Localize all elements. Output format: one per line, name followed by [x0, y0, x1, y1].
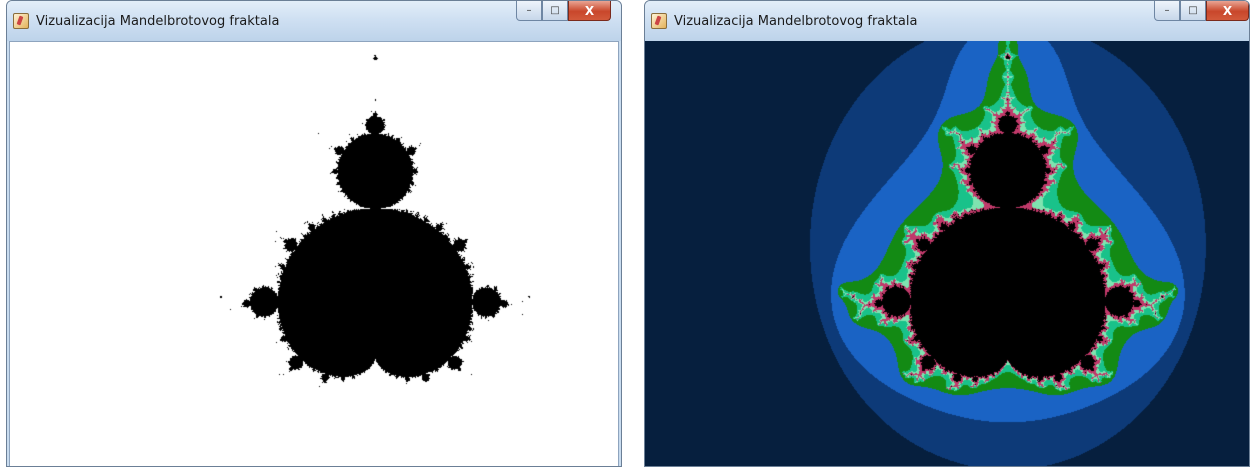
minimize-button[interactable]: –: [1154, 1, 1180, 21]
java-app-icon: [13, 13, 29, 29]
java-app-icon: [651, 13, 667, 29]
fractal-window-colored: Vizualizacija Mandelbrotovog fraktala – …: [644, 0, 1250, 467]
window-controls: – □ X: [1154, 1, 1249, 23]
mandelbrot-canvas-monochrome[interactable]: [10, 42, 618, 466]
fractal-canvas-area[interactable]: [645, 41, 1249, 466]
fractal-window-monochrome: Vizualizacija Mandelbrotovog fraktala – …: [6, 0, 622, 467]
close-button[interactable]: X: [1206, 1, 1249, 21]
window-title: Vizualizacija Mandelbrotovog fraktala: [674, 14, 918, 29]
title-bar[interactable]: Vizualizacija Mandelbrotovog fraktala – …: [7, 1, 621, 41]
maximize-button[interactable]: □: [542, 1, 568, 21]
fractal-canvas-area[interactable]: [9, 41, 619, 466]
close-button[interactable]: X: [568, 1, 611, 21]
minimize-button[interactable]: –: [516, 1, 542, 21]
mandelbrot-canvas-colored[interactable]: [645, 41, 1249, 466]
window-controls: – □ X: [516, 1, 611, 23]
title-bar[interactable]: Vizualizacija Mandelbrotovog fraktala – …: [645, 1, 1249, 41]
window-title: Vizualizacija Mandelbrotovog fraktala: [36, 14, 280, 29]
maximize-button[interactable]: □: [1180, 1, 1206, 21]
